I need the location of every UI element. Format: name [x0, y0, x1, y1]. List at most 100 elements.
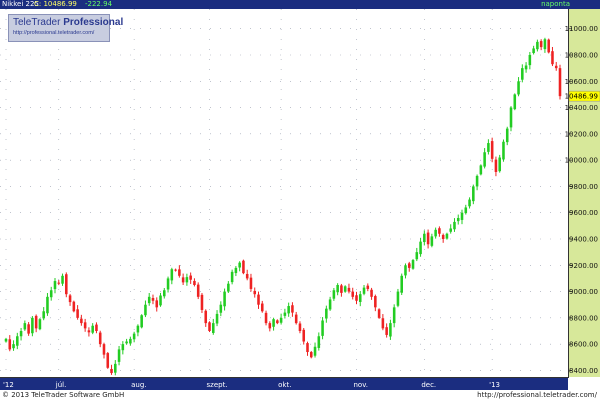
- y-tick-labels: 8400.00 8600.00 8800.00 9000.00 9200.00 9400.…: [565, 25, 598, 375]
- candle-body: [528, 55, 532, 66]
- candle-body: [102, 344, 106, 355]
- candle-body: [336, 285, 339, 293]
- y-tick-label: 8400.00: [569, 367, 598, 375]
- candle-body: [279, 317, 283, 323]
- candle-body: [117, 349, 121, 362]
- last-price-marker: 10486.99: [565, 90, 600, 102]
- candle-body: [208, 322, 211, 331]
- candle-body: [83, 322, 87, 329]
- candle-body: [377, 309, 381, 318]
- candle-body: [121, 344, 125, 351]
- candle-body: [370, 289, 373, 297]
- logo-site: http://professional.teletrader.com/: [13, 30, 95, 36]
- candle-body: [302, 329, 306, 342]
- candle-body: [328, 299, 332, 310]
- candles: [4, 37, 562, 376]
- candle-body: [521, 68, 524, 80]
- candle-body: [129, 338, 132, 344]
- candle-body: [407, 263, 411, 268]
- y-tick-label: 10600.00: [565, 78, 598, 86]
- candle-body: [392, 307, 396, 324]
- candle-body: [8, 339, 12, 350]
- candle-body: [351, 291, 355, 297]
- candle-body: [509, 107, 513, 128]
- candle-body: [415, 252, 419, 260]
- candle-body: [223, 291, 226, 307]
- candle-body: [196, 284, 200, 297]
- y-tick-label: 11000.00: [565, 25, 598, 33]
- candle-body: [189, 275, 192, 280]
- candle-body: [31, 317, 34, 334]
- candle-body: [181, 277, 185, 283]
- candle-body: [46, 296, 49, 314]
- candle-body: [362, 287, 366, 294]
- candle-body: [174, 269, 177, 271]
- candle-body: [483, 152, 486, 167]
- candle-body: [230, 271, 234, 283]
- candle-body: [306, 343, 309, 353]
- candle-body: [76, 309, 79, 318]
- candle-body: [441, 234, 445, 239]
- candle-body: [468, 199, 471, 207]
- candle-body: [91, 325, 94, 333]
- candle-body: [42, 311, 45, 319]
- candle-body: [374, 296, 377, 308]
- candle-body: [249, 277, 253, 289]
- y-tick-label: 9200.00: [569, 262, 598, 270]
- candle-body: [423, 233, 426, 243]
- candle-body: [242, 260, 245, 274]
- candle-body: [358, 294, 362, 302]
- candle-body: [340, 285, 343, 293]
- candle-body: [347, 287, 351, 292]
- candle-body: [245, 273, 249, 279]
- x-tick-label: aug.: [131, 381, 146, 389]
- footer: © 2013 TeleTrader Software GmbH http://p…: [0, 390, 600, 400]
- last-price-label: 10486.99: [565, 93, 598, 101]
- candle-body: [554, 65, 558, 69]
- candle-body: [385, 327, 388, 335]
- candle-body: [502, 141, 505, 160]
- candle-body: [170, 269, 174, 281]
- candle-body: [4, 338, 8, 342]
- candle-body: [464, 207, 468, 214]
- candle-body: [163, 290, 166, 297]
- logo-name-regular: TeleTrader: [13, 17, 61, 28]
- candle-body: [438, 228, 441, 234]
- candle-body: [159, 295, 162, 306]
- candle-body: [95, 324, 98, 331]
- y-tick-label: 9800.00: [569, 183, 598, 191]
- candle-body: [125, 341, 128, 344]
- candle-body: [185, 277, 189, 283]
- candle-body: [513, 94, 517, 110]
- y-tick-label: 9000.00: [569, 288, 598, 296]
- candle-body: [204, 310, 208, 324]
- x-tick-label: dec.: [421, 381, 436, 389]
- candle-body: [27, 324, 30, 334]
- logo-name: TeleTrader Professional: [13, 17, 123, 28]
- candle-body: [313, 346, 317, 356]
- candle-body: [147, 296, 151, 304]
- candle-body: [140, 315, 143, 328]
- candle-body: [494, 159, 498, 172]
- candle-body: [65, 274, 68, 295]
- candle-body: [456, 217, 460, 222]
- candle-body: [487, 143, 490, 152]
- logo-name-bold: Professional: [63, 17, 124, 28]
- candle-body: [404, 265, 407, 276]
- candle-body: [257, 294, 260, 305]
- candle-body: [34, 315, 38, 329]
- candle-body: [283, 312, 287, 316]
- candle-body: [317, 336, 321, 348]
- candle-body: [472, 186, 475, 202]
- candle-body: [536, 41, 539, 50]
- candle-body: [16, 336, 19, 346]
- candle-body: [381, 318, 385, 329]
- copyright: © 2013 TeleTrader Software GmbH: [2, 391, 125, 399]
- footer-url[interactable]: http://professional.teletrader.com/: [477, 390, 597, 400]
- candle-body: [110, 368, 113, 374]
- candle-body: [219, 304, 223, 313]
- candle-body: [490, 141, 494, 159]
- candle-body: [211, 323, 215, 333]
- teletrader-logo: TeleTrader Professional http://professio…: [8, 14, 123, 42]
- y-tick-label: 8600.00: [569, 341, 598, 349]
